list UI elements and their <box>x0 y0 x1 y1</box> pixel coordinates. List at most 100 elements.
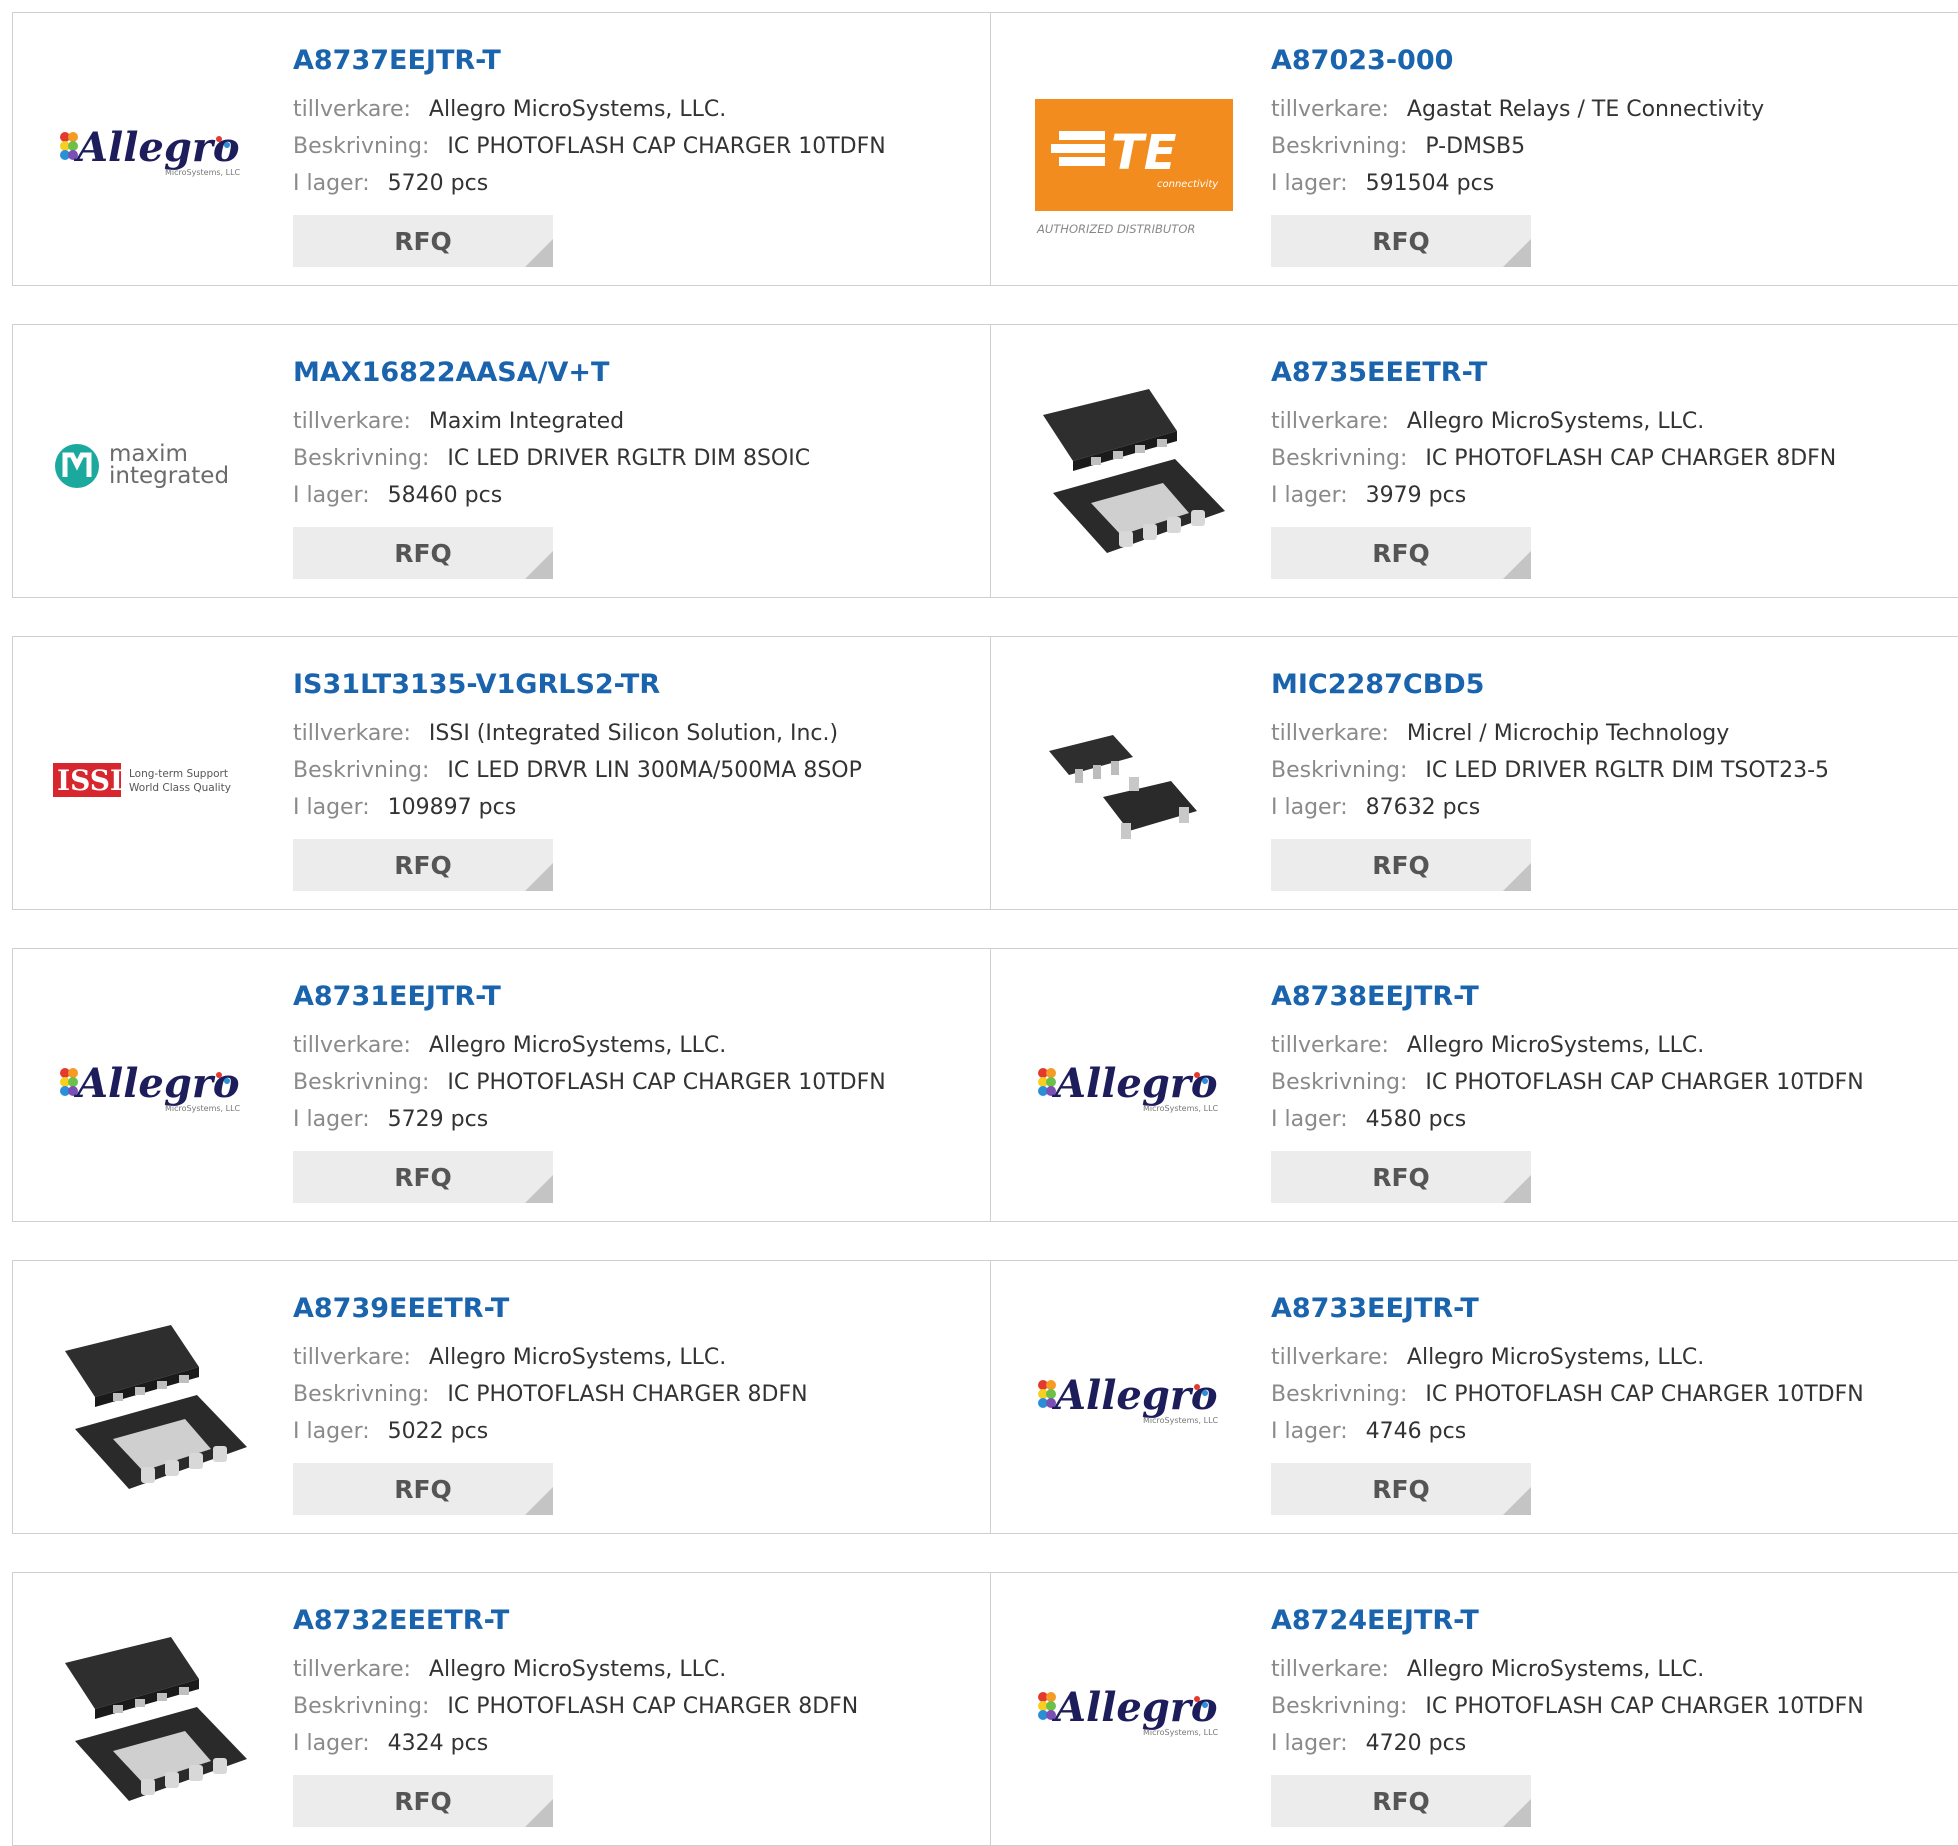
description-row: Beskrivning: IC PHOTOFLASH CAP CHARGER 10… <box>293 1070 886 1095</box>
stock-label: I lager: <box>293 795 370 820</box>
allegro-subtitle: MicroSystems, LLC <box>165 1104 241 1113</box>
part-number-link[interactable]: A8735EEETR-T <box>1271 357 1487 388</box>
rfq-label: RFQ <box>1372 851 1430 880</box>
part-number-link[interactable]: MAX16822AASA/V+T <box>293 357 609 388</box>
manufacturer-row: tillverkare: Allegro MicroSystems, LLC. <box>293 1657 726 1682</box>
allegro-wordmark: Allegro <box>1051 1060 1218 1107</box>
rfq-label: RFQ <box>394 227 452 256</box>
product-card: A8735EEETR-T tillverkare: Allegro MicroSy… <box>990 324 1958 598</box>
part-number-link[interactable]: A8724EEJTR-T <box>1271 1605 1479 1636</box>
part-number-link[interactable]: A87023-000 <box>1271 45 1453 76</box>
description-row: Beskrivning: IC PHOTOFLASH CAP CHARGER 8D… <box>293 1694 858 1719</box>
rfq-button[interactable]: RFQ <box>1271 1151 1531 1203</box>
description-value: IC PHOTOFLASH CAP CHARGER 10TDFN <box>1425 1694 1864 1719</box>
description-label: Beskrivning: <box>293 1070 430 1095</box>
rfq-label: RFQ <box>394 851 452 880</box>
stock-row: I lager: 5022 pcs <box>293 1419 488 1444</box>
maxim-logo-icon: maximintegrated <box>55 441 229 489</box>
allegro-subtitle: MicroSystems, LLC <box>1143 1728 1219 1737</box>
rfq-button[interactable]: RFQ <box>293 527 553 579</box>
rfq-button[interactable]: RFQ <box>1271 1775 1531 1827</box>
stock-value: 5022 pcs <box>387 1419 489 1444</box>
manufacturer-value: Maxim Integrated <box>428 409 625 434</box>
manufacturer-row: tillverkare: Allegro MicroSystems, LLC. <box>293 1345 726 1370</box>
description-row: Beskrivning: IC LED DRIVER RGLTR DIM 8SOI… <box>293 446 810 471</box>
rfq-button[interactable]: RFQ <box>293 839 553 891</box>
manufacturer-value: Allegro MicroSystems, LLC. <box>428 1657 727 1682</box>
description-value: P-DMSB5 <box>1425 134 1526 159</box>
part-number-link[interactable]: A8738EEJTR-T <box>1271 981 1479 1012</box>
corner-triangle-icon <box>1503 863 1531 891</box>
issi-tagline-2: World Class Quality <box>129 782 231 794</box>
manufacturer-value: Allegro MicroSystems, LLC. <box>1406 1657 1705 1682</box>
allegro-logo-icon: AllegroMicroSystems, LLC <box>60 124 241 177</box>
description-row: Beskrivning: IC PHOTOFLASH CAP CHARGER 10… <box>1271 1070 1864 1095</box>
dfn-chip-icon <box>65 1637 247 1801</box>
manufacturer-label: tillverkare: <box>1271 1345 1389 1370</box>
manufacturer-label: tillverkare: <box>293 409 411 434</box>
rfq-label: RFQ <box>1372 1163 1430 1192</box>
description-value: IC PHOTOFLASH CAP CHARGER 10TDFN <box>1425 1070 1864 1095</box>
stock-label: I lager: <box>293 1419 370 1444</box>
description-label: Beskrivning: <box>1271 446 1408 471</box>
description-label: Beskrivning: <box>293 758 430 783</box>
rfq-label: RFQ <box>394 539 452 568</box>
rfq-button[interactable]: RFQ <box>293 1775 553 1827</box>
description-value: IC PHOTOFLASH CAP CHARGER 8DFN <box>1425 446 1837 471</box>
manufacturer-row: tillverkare: Agastat Relays / TE Connecti… <box>1271 97 1764 122</box>
allegro-logo-icon: AllegroMicroSystems, LLC <box>1038 1372 1219 1425</box>
description-row: Beskrivning: IC PHOTOFLASH CAP CHARGER 10… <box>1271 1382 1864 1407</box>
manufacturer-label: tillverkare: <box>293 1657 411 1682</box>
manufacturer-label: tillverkare: <box>1271 97 1389 122</box>
rfq-button[interactable]: RFQ <box>293 1463 553 1515</box>
stock-row: I lager: 5729 pcs <box>293 1107 488 1132</box>
stock-label: I lager: <box>293 171 370 196</box>
stock-label: I lager: <box>1271 1419 1348 1444</box>
manufacturer-row: tillverkare: Allegro MicroSystems, LLC. <box>293 97 726 122</box>
product-card: Allegro MicroSystems, LLC A8737EEJTR-T ti… <box>12 12 992 286</box>
allegro-subtitle: MicroSystems, LLC <box>1143 1416 1219 1425</box>
rfq-label: RFQ <box>1372 1787 1430 1816</box>
description-value: IC PHOTOFLASH CAP CHARGER 10TDFN <box>447 1070 886 1095</box>
description-value: IC LED DRVR LIN 300MA/500MA 8SOP <box>447 758 862 783</box>
rfq-button[interactable]: RFQ <box>1271 215 1531 267</box>
product-image <box>51 1289 261 1507</box>
manufacturer-label: tillverkare: <box>1271 721 1389 746</box>
corner-triangle-icon <box>1503 551 1531 579</box>
manufacturer-label: tillverkare: <box>293 97 411 122</box>
rfq-button[interactable]: RFQ <box>293 215 553 267</box>
part-number-link[interactable]: MIC2287CBD5 <box>1271 669 1484 700</box>
corner-triangle-icon <box>525 1175 553 1203</box>
description-value: IC LED DRIVER RGLTR DIM 8SOIC <box>447 446 811 471</box>
rfq-button[interactable]: RFQ <box>1271 527 1531 579</box>
allegro-logo-icon: AllegroMicroSystems, LLC <box>1038 1060 1219 1113</box>
product-image <box>1029 353 1239 571</box>
manufacturer-value: Agastat Relays / TE Connectivity <box>1406 97 1765 122</box>
rfq-button[interactable]: RFQ <box>1271 1463 1531 1515</box>
description-label: Beskrivning: <box>1271 1382 1408 1407</box>
manufacturer-label: tillverkare: <box>293 1345 411 1370</box>
part-number-link[interactable]: A8737EEJTR-T <box>293 45 501 76</box>
issi-tagline-1: Long-term Support <box>129 768 228 780</box>
rfq-button[interactable]: RFQ <box>293 1151 553 1203</box>
product-card: maxim integrated MAX16822AASA/V+T tillver… <box>12 324 992 598</box>
part-number-link[interactable]: A8733EEJTR-T <box>1271 1293 1479 1324</box>
part-number-link[interactable]: IS31LT3135-V1GRLS2-TR <box>293 669 660 700</box>
rfq-button[interactable]: RFQ <box>1271 839 1531 891</box>
description-label: Beskrivning: <box>1271 134 1408 159</box>
part-number-link[interactable]: A8732EEETR-T <box>293 1605 509 1636</box>
product-image <box>51 1601 261 1819</box>
te-logo-icon: TEconnectivity AUTHORIZED DISTRIBUTOR <box>1035 99 1233 236</box>
stock-row: I lager: 591504 pcs <box>1271 171 1494 196</box>
corner-triangle-icon <box>1503 1487 1531 1515</box>
description-row: Beskrivning: P-DMSB5 <box>1271 134 1525 159</box>
stock-value: 591504 pcs <box>1365 171 1495 196</box>
part-number-link[interactable]: A8731EEJTR-T <box>293 981 501 1012</box>
te-caption: AUTHORIZED DISTRIBUTOR <box>1036 222 1195 236</box>
stock-value: 109897 pcs <box>387 795 517 820</box>
corner-triangle-icon <box>525 1799 553 1827</box>
part-number-link[interactable]: A8739EEETR-T <box>293 1293 509 1324</box>
allegro-logo-icon: AllegroMicroSystems, LLC <box>1038 1684 1219 1737</box>
stock-value: 4746 pcs <box>1365 1419 1467 1444</box>
stock-row: I lager: 4720 pcs <box>1271 1731 1466 1756</box>
